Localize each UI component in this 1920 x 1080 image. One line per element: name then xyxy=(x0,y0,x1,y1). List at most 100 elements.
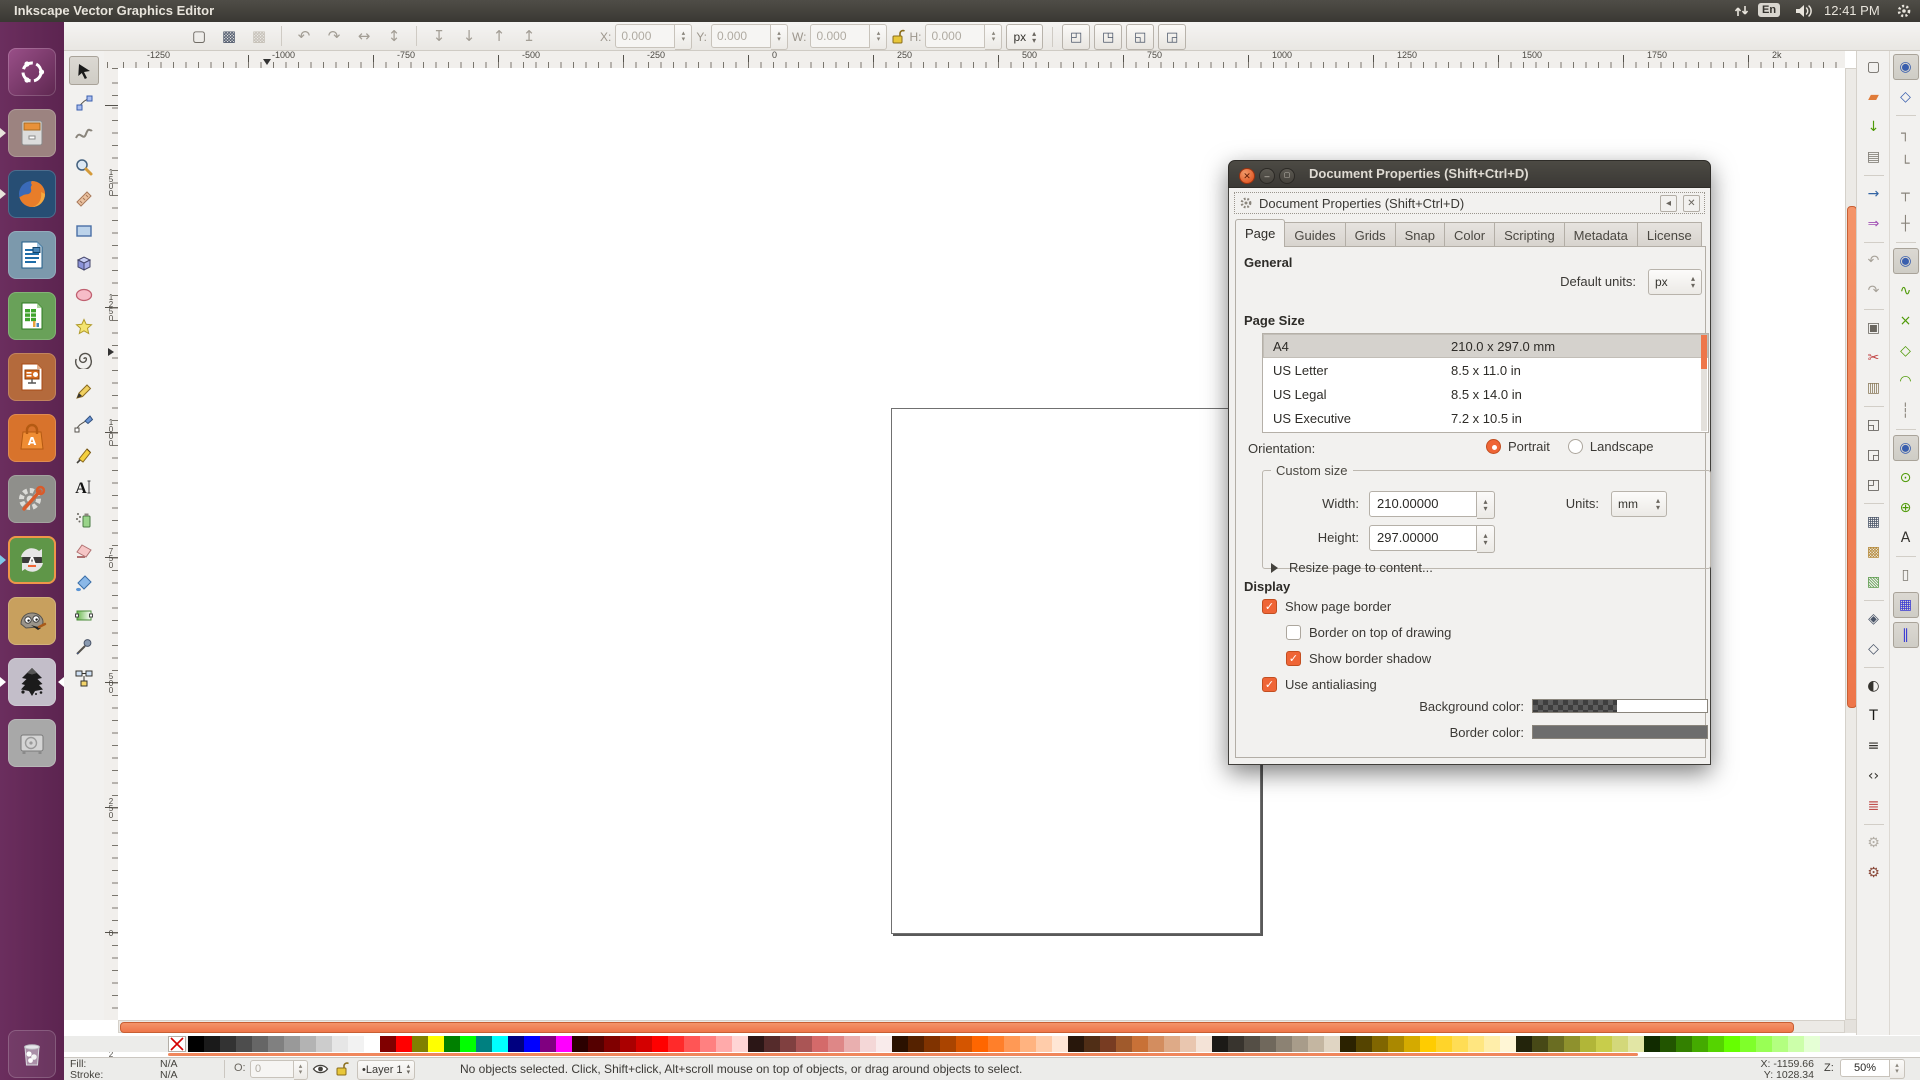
color-swatch[interactable] xyxy=(380,1036,396,1052)
snap-rotation-centers-icon[interactable]: ⊕ xyxy=(1893,495,1919,521)
launcher-item-inkscape[interactable] xyxy=(8,658,56,706)
raise-to-top-icon[interactable]: ↥ xyxy=(516,24,542,48)
tab-license[interactable]: License xyxy=(1637,222,1702,247)
keyboard-layout-badge[interactable]: En xyxy=(1758,3,1781,17)
opacity-widget[interactable]: 0 ▴ ▾ xyxy=(250,1060,308,1080)
w-field-spinner[interactable]: ▴ ▾ xyxy=(870,24,888,50)
color-swatch[interactable] xyxy=(1036,1036,1052,1052)
zoom-drawing-icon[interactable]: ◲ xyxy=(1861,442,1887,468)
unit-dropdown[interactable]: px ▴ ▾ xyxy=(1006,24,1044,50)
palette-scrollbar[interactable] xyxy=(168,1053,1638,1056)
xml-editor-icon[interactable]: ‹› xyxy=(1861,763,1887,789)
minimize-button[interactable]: – xyxy=(1259,168,1275,184)
color-swatch[interactable] xyxy=(1084,1036,1100,1052)
color-swatch[interactable] xyxy=(1628,1036,1644,1052)
panel-close-icon[interactable]: ✕ xyxy=(1683,194,1700,212)
launcher-item-disk-utility[interactable] xyxy=(8,719,56,767)
color-swatch[interactable] xyxy=(1548,1036,1564,1052)
page-size-row[interactable]: A4 210.0 x 297.0 mm xyxy=(1263,334,1708,358)
color-swatch[interactable] xyxy=(1516,1036,1532,1052)
tab-scripting[interactable]: Scripting xyxy=(1495,222,1565,247)
color-swatch[interactable] xyxy=(348,1036,364,1052)
snap-bbox-edges-icon[interactable]: ┐ xyxy=(1893,121,1919,147)
undo-icon[interactable]: ↶ xyxy=(1861,248,1887,274)
layer-visibility-icon[interactable] xyxy=(312,1062,329,1076)
zoom-page-icon[interactable]: ◰ xyxy=(1861,472,1887,498)
color-swatch[interactable] xyxy=(1692,1036,1708,1052)
close-button[interactable]: ✕ xyxy=(1239,168,1255,184)
duplicate-icon[interactable]: ▦ xyxy=(1861,509,1887,535)
color-swatch[interactable] xyxy=(252,1036,268,1052)
color-swatch[interactable] xyxy=(1324,1036,1340,1052)
page-size-row[interactable]: US Legal 8.5 x 14.0 in xyxy=(1263,382,1708,406)
color-swatch[interactable] xyxy=(764,1036,780,1052)
calligraphy-tool[interactable] xyxy=(69,440,99,469)
color-swatch[interactable] xyxy=(492,1036,508,1052)
snap-smooth-nodes-icon[interactable]: ◠ xyxy=(1893,368,1919,394)
zoom-field[interactable]: 50% xyxy=(1840,1059,1890,1077)
lock-ratio-icon[interactable] xyxy=(891,29,906,45)
box3d-tool[interactable] xyxy=(69,248,99,277)
color-swatch[interactable] xyxy=(1468,1036,1484,1052)
color-swatch[interactable] xyxy=(716,1036,732,1052)
color-swatch[interactable] xyxy=(652,1036,668,1052)
snap-object-centers-icon[interactable]: ⊙ xyxy=(1893,465,1919,491)
redo-icon[interactable]: ↷ xyxy=(1861,278,1887,304)
color-swatch[interactable] xyxy=(732,1036,748,1052)
color-swatch[interactable] xyxy=(204,1036,220,1052)
color-swatch[interactable] xyxy=(908,1036,924,1052)
color-swatch[interactable] xyxy=(636,1036,652,1052)
color-swatch[interactable] xyxy=(972,1036,988,1052)
rectangle-tool[interactable] xyxy=(69,216,99,245)
volume-icon[interactable] xyxy=(1794,3,1816,19)
launcher-item-ubuntu-software-center[interactable]: A xyxy=(8,414,56,462)
color-swatch[interactable] xyxy=(1772,1036,1788,1052)
color-swatch[interactable] xyxy=(1484,1036,1500,1052)
color-swatch[interactable] xyxy=(1068,1036,1084,1052)
color-swatch[interactable] xyxy=(1740,1036,1756,1052)
document-properties-icon[interactable]: ⚙ xyxy=(1861,860,1887,886)
color-swatch[interactable] xyxy=(1276,1036,1292,1052)
color-swatch[interactable] xyxy=(1372,1036,1388,1052)
color-swatch[interactable] xyxy=(620,1036,636,1052)
color-swatch[interactable] xyxy=(1164,1036,1180,1052)
radio-portrait[interactable] xyxy=(1486,439,1501,454)
launcher-item-gimp[interactable] xyxy=(8,597,56,645)
launcher-item-trash[interactable] xyxy=(8,1030,56,1078)
color-swatch[interactable] xyxy=(476,1036,492,1052)
color-swatch[interactable] xyxy=(1788,1036,1804,1052)
fill-stroke-icon[interactable]: ◐ xyxy=(1861,673,1887,699)
export-icon[interactable]: ⇒ xyxy=(1861,211,1887,237)
tweak-tool[interactable] xyxy=(69,120,99,149)
color-swatch[interactable] xyxy=(1436,1036,1452,1052)
width-widget[interactable]: 210.00000 ▴ ▾ xyxy=(1369,491,1495,519)
zoom-tool[interactable] xyxy=(69,152,99,181)
color-swatch[interactable] xyxy=(1724,1036,1740,1052)
color-swatch[interactable] xyxy=(844,1036,860,1052)
checkbox-border-on-top-of-drawing[interactable] xyxy=(1286,625,1301,640)
color-swatch[interactable] xyxy=(684,1036,700,1052)
spiral-tool[interactable] xyxy=(69,344,99,373)
rotate-ccw-icon[interactable]: ↶ xyxy=(291,24,317,48)
snap-cusp-nodes-icon[interactable]: ◇ xyxy=(1893,338,1919,364)
color-swatch[interactable] xyxy=(1612,1036,1628,1052)
color-swatch[interactable] xyxy=(780,1036,796,1052)
connector-tool[interactable] xyxy=(69,664,99,693)
horizontal-scrollbar-thumb[interactable] xyxy=(120,1022,1794,1033)
launcher-item-ubuntu-dash[interactable] xyxy=(8,48,56,96)
y-field-spinner[interactable]: ▴ ▾ xyxy=(771,24,789,50)
paint-bucket-tool[interactable] xyxy=(69,568,99,597)
color-swatch[interactable] xyxy=(1596,1036,1612,1052)
color-swatch[interactable] xyxy=(396,1036,412,1052)
page-size-row[interactable]: US Letter 8.5 x 11.0 in xyxy=(1263,358,1708,382)
color-swatch[interactable] xyxy=(1708,1036,1724,1052)
color-swatch[interactable] xyxy=(1052,1036,1068,1052)
zoom-spinner[interactable]: ▴ ▾ xyxy=(1890,1059,1905,1079)
color-swatch[interactable] xyxy=(556,1036,572,1052)
color-swatch[interactable] xyxy=(428,1036,444,1052)
snap-intersections-icon[interactable]: × xyxy=(1893,308,1919,334)
launcher-item-file-manager[interactable] xyxy=(8,109,56,157)
color-swatch[interactable] xyxy=(860,1036,876,1052)
color-swatch[interactable] xyxy=(940,1036,956,1052)
clock[interactable]: 12:41 PM xyxy=(1824,3,1880,18)
